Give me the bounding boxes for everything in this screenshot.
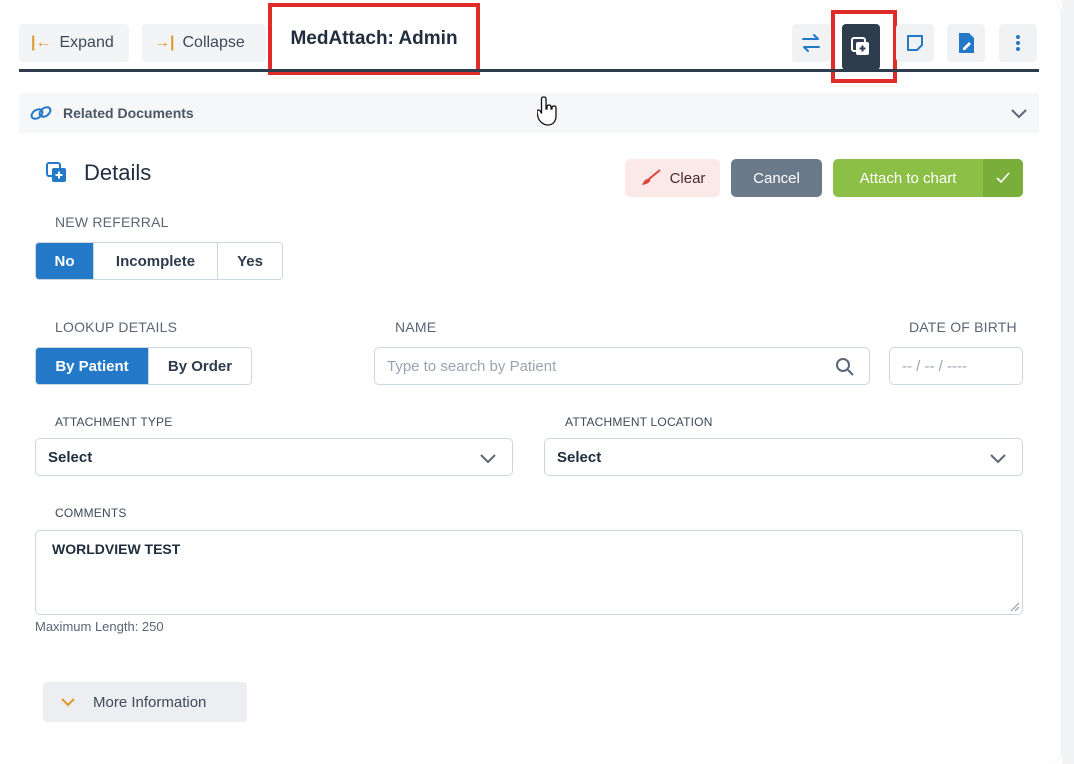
referral-option-no[interactable]: No [36, 243, 94, 279]
attach-label: Attach to chart [859, 169, 957, 187]
resize-handle-icon[interactable] [1010, 602, 1020, 612]
lookup-details-label: LOOKUP DETAILS [55, 319, 178, 335]
attachment-location-label: ATTACHMENT LOCATION [565, 415, 713, 429]
expand-button[interactable]: |← Expand [19, 24, 129, 62]
chevron-down-icon [990, 454, 1006, 464]
patient-search-placeholder: Type to search by Patient [387, 357, 557, 375]
lookup-option-by-patient[interactable]: By Patient [36, 348, 149, 384]
attachment-location-select[interactable]: Select [544, 438, 1023, 476]
highlight-box [831, 10, 897, 83]
max-length-note: Maximum Length: 250 [35, 619, 164, 634]
lookup-option-by-order[interactable]: By Order [149, 348, 251, 384]
related-documents-bar[interactable]: Related Documents [19, 93, 1039, 133]
lookup-toggle: By Patient By Order [35, 347, 252, 385]
clear-button[interactable]: Clear [625, 159, 720, 197]
date-of-birth-label: DATE OF BIRTH [909, 319, 1017, 335]
attachment-type-label: ATTACHMENT TYPE [55, 415, 173, 429]
comments-label: COMMENTS [55, 506, 127, 520]
details-icon [46, 162, 66, 182]
clear-label: Clear [669, 169, 706, 187]
referral-option-yes[interactable]: Yes [218, 243, 282, 279]
more-vert-icon[interactable] [999, 24, 1037, 62]
collapse-label: Collapse [182, 34, 245, 51]
comments-textarea[interactable]: WORLDVIEW TEST [35, 530, 1023, 615]
cancel-button[interactable]: Cancel [731, 159, 822, 197]
note-icon[interactable] [896, 24, 934, 62]
link-icon [30, 106, 52, 120]
expand-icon: |← [31, 34, 52, 51]
search-icon[interactable] [835, 357, 855, 377]
toolbar-divider [19, 69, 1039, 72]
brush-icon [641, 169, 661, 185]
collapse-button[interactable]: →| Collapse [142, 24, 266, 62]
app-title: MedAttach: Admin [268, 3, 480, 75]
attachment-location-value: Select [557, 448, 602, 466]
expand-label: Expand [59, 34, 114, 51]
attachment-type-value: Select [48, 448, 93, 466]
more-information-label: More Information [93, 693, 207, 711]
patient-search-input[interactable]: Type to search by Patient [374, 347, 870, 385]
related-documents-label: Related Documents [63, 105, 194, 121]
new-referral-toggle: No Incomplete Yes [35, 242, 283, 280]
date-of-birth-placeholder: -- / -- / ---- [902, 357, 967, 375]
details-heading: Details [46, 160, 151, 186]
comments-value: WORLDVIEW TEST [52, 541, 181, 557]
right-gutter [1062, 0, 1074, 764]
attach-to-chart-button[interactable]: Attach to chart [833, 159, 1023, 197]
chevron-down-icon [61, 698, 75, 707]
date-of-birth-field[interactable]: -- / -- / ---- [889, 347, 1023, 385]
chevron-down-icon[interactable] [1009, 103, 1029, 123]
swap-icon[interactable] [792, 24, 830, 62]
check-icon[interactable] [983, 159, 1023, 197]
name-label: NAME [395, 319, 437, 335]
more-information-button[interactable]: More Information [43, 682, 247, 722]
new-referral-label: NEW REFERRAL [55, 214, 169, 230]
chevron-down-icon [480, 454, 496, 464]
collapse-icon: →| [154, 34, 175, 51]
referral-option-incomplete[interactable]: Incomplete [94, 243, 218, 279]
pdf-edit-icon[interactable] [947, 24, 985, 62]
details-title: Details [84, 160, 152, 185]
hand-cursor-icon [537, 96, 557, 126]
attachment-type-select[interactable]: Select [35, 438, 513, 476]
